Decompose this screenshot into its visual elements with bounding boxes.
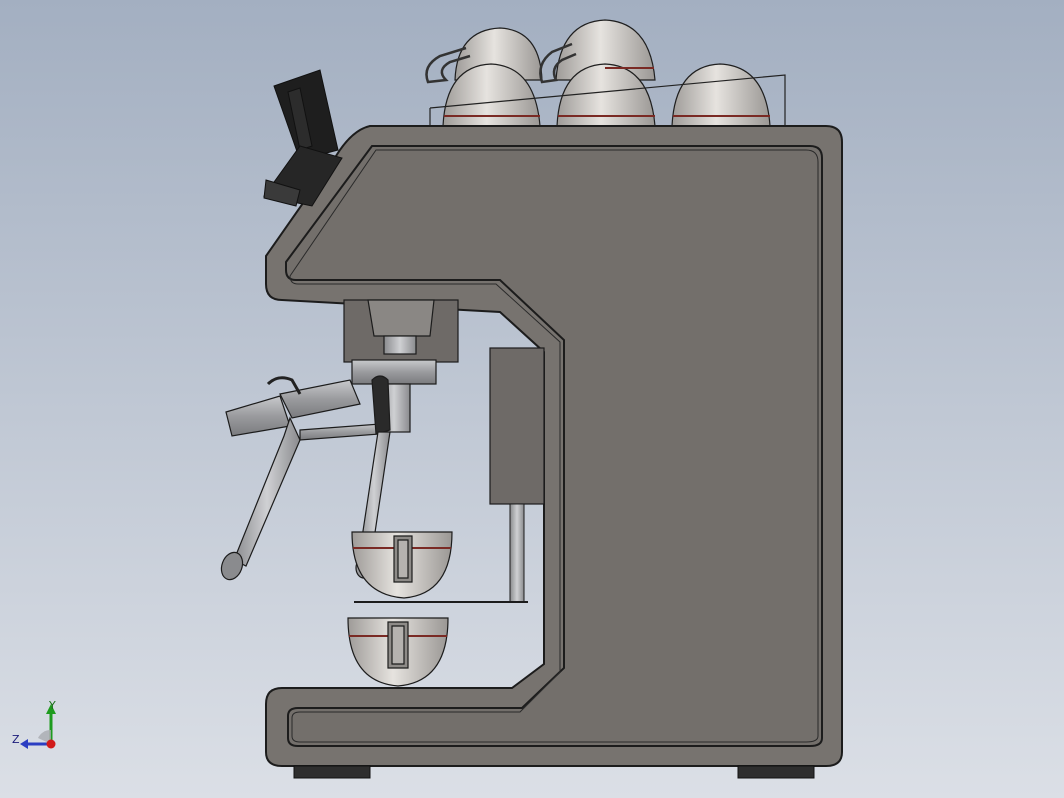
3d-viewport[interactable]: Y Z: [0, 0, 1064, 798]
cup-rest-support: [509, 503, 525, 603]
espresso-machine-model: [0, 0, 1064, 798]
foot-back: [737, 765, 815, 779]
z-axis-label: Z: [12, 733, 20, 746]
side-panel: [489, 347, 545, 505]
x-axis-dot: [46, 739, 56, 749]
y-axis-label: Y: [49, 699, 56, 712]
foot-front: [293, 765, 371, 779]
coordinate-triad: Y Z: [8, 698, 72, 756]
